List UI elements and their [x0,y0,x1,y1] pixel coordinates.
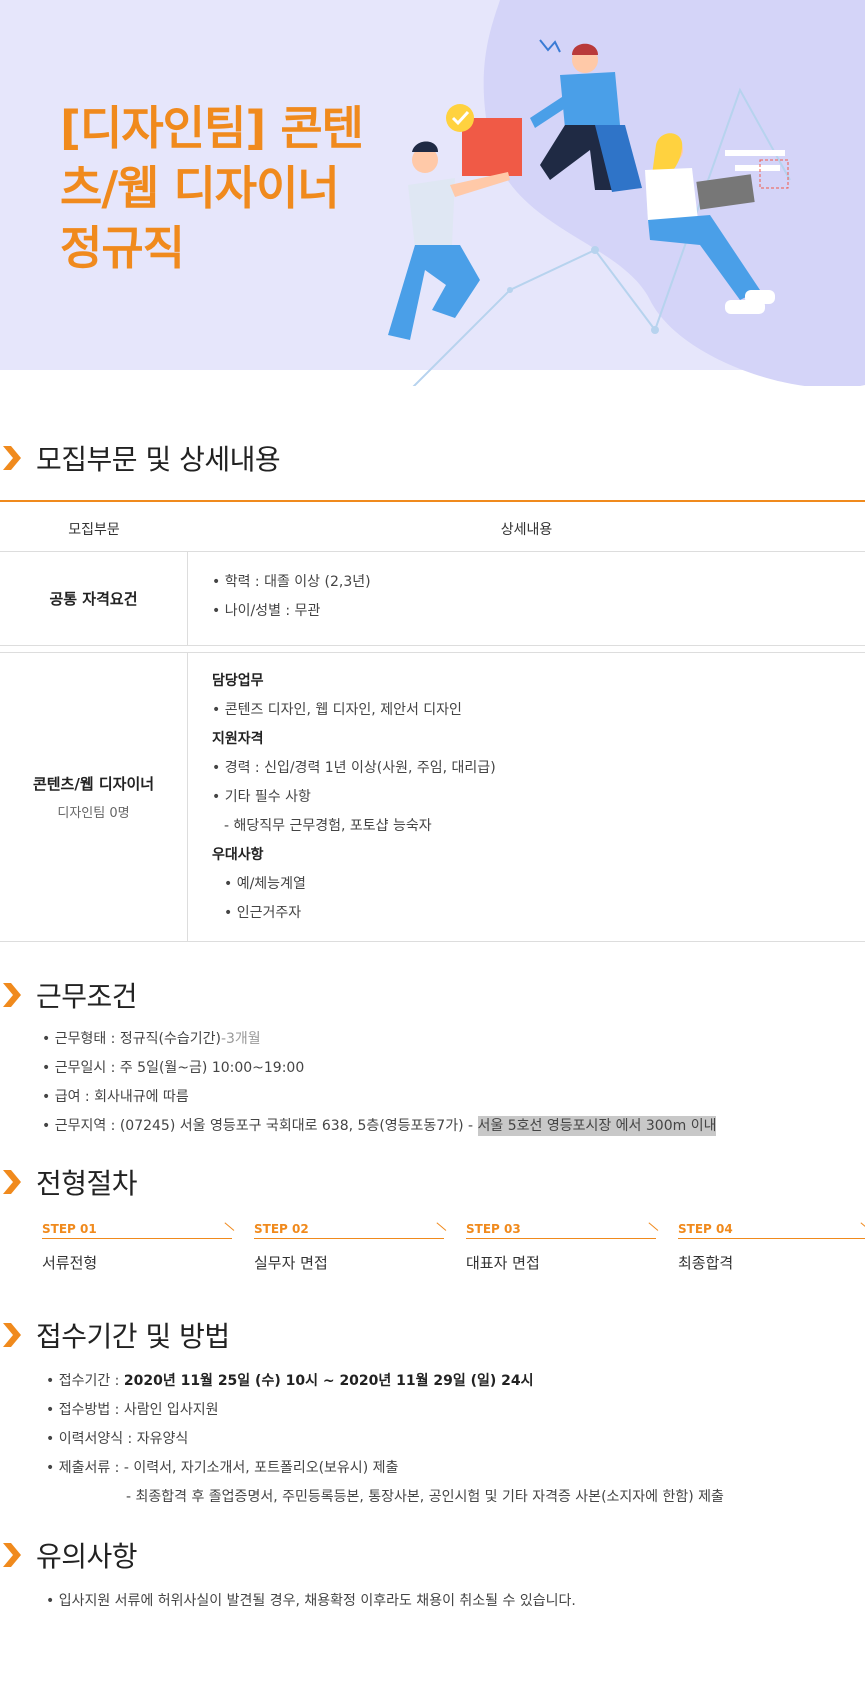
chevron-right-icon [3,1543,21,1567]
condition-type: • 근무형태 : 정규직(수습기간)-3개월 [42,1028,261,1048]
step-line [254,1238,444,1239]
process-step: STEP 01 서류전형 [42,1222,235,1273]
section-title: 근무조건 [36,980,138,1013]
column-header-category: 모집부문 [68,522,120,538]
application-period-label: • 접수기간 : [46,1373,124,1389]
detail-subheading: 담당업무 [212,673,264,689]
application-period-value: 2020년 11월 25일 (수) 10시 ~ 2020년 11월 29일 (일… [123,1373,534,1389]
detail-line: - 해당직무 근무경험, 포토샵 능숙자 [224,818,432,834]
row-label: 공통 자격요건 [49,590,138,608]
process-step: STEP 03 대표자 면접 [466,1222,659,1273]
detail-subheading: 지원자격 [212,731,264,747]
condition-hours: • 근무일시 : 주 5일(월~금) 10:00~19:00 [42,1060,305,1076]
location-address: • 근무지역 : (07245) 서울 영등포구 국회대로 638, 5층(영등… [42,1118,478,1134]
resume-format: • 이력서양식 : 자유양식 [46,1431,189,1447]
column-header-details: 상세내용 [500,522,553,538]
application-method: • 접수방법 : 사람인 입사지원 [46,1402,219,1418]
required-documents: • 제출서류 : - 이력서, 자기소개서, 포트폴리오(보유시) 제출 [46,1460,399,1476]
step-line [42,1238,232,1239]
section-title: 유의사항 [36,1540,138,1573]
detail-line: • 학력 : 대졸 이상 (2,3년) [212,574,371,590]
section-title: 전형절차 [36,1167,138,1200]
row-label-cell: 공통 자격요건 [0,552,188,645]
hero-banner: [디자인팀] 콘텐츠/웹 디자이너 정규직 [0,0,865,386]
detail-line: • 경력 : 신입/경력 1년 이상(사원, 주임, 대리급) [212,760,496,776]
step-line [678,1238,865,1239]
table-row-common: 공통 자격요건 • 학력 : 대졸 이상 (2,3년) • 나이/성별 : 무관 [0,552,865,646]
section-heading-recruit: 모집부문 및 상세내용 [0,438,281,478]
required-documents-final: - 최종합격 후 졸업증명서, 주민등록등본, 통장사본, 공인시험 및 기타 … [126,1489,724,1505]
detail-line: • 예/체능계열 [224,876,306,892]
section-heading-notice: 유의사항 [0,1535,138,1575]
step-name: 최종합격 [678,1254,734,1272]
condition-salary: • 급여 : 회사내규에 따름 [42,1089,189,1105]
step-name: 서류전형 [42,1254,98,1272]
chevron-right-icon [3,1323,21,1347]
page-title: [디자인팀] 콘텐츠/웹 디자이너 정규직 [60,101,364,275]
condition-location: • 근무지역 : (07245) 서울 영등포구 국회대로 638, 5층(영등… [42,1115,717,1136]
application-period: • 접수기간 : 2020년 11월 25일 (수) 10시 ~ 2020년 1… [46,1370,534,1390]
detail-line: • 나이/성별 : 무관 [212,603,321,619]
row-details: • 학력 : 대졸 이상 (2,3년) • 나이/성별 : 무관 [212,568,371,626]
table-row-position: 콘텐츠/웹 디자이너 디자인팀 0명 담당업무 • 콘텐즈 디자인, 웹 디자인… [0,652,865,942]
detail-line: • 기타 필수 사항 [212,789,311,805]
probation-period: -3개월 [220,1031,261,1047]
detail-line: • 인근거주자 [224,905,302,921]
team-illustration [388,0,865,386]
process-steps: STEP 01 서류전형 STEP 02 실무자 면접 STEP 03 대표자 … [42,1222,865,1282]
table-header: 모집부문 상세내용 [0,502,865,552]
step-line [466,1238,656,1239]
row-details: 담당업무 • 콘텐즈 디자인, 웹 디자인, 제안서 디자인 지원자격 • 경력… [212,667,496,928]
chevron-right-icon [3,1170,21,1194]
chevron-right-icon [3,446,21,470]
detail-subheading: 우대사항 [212,847,264,863]
process-step: STEP 04 최종합격 [678,1222,865,1273]
section-heading-application: 접수기간 및 방법 [0,1315,230,1355]
detail-line: • 콘텐즈 디자인, 웹 디자인, 제안서 디자인 [212,702,462,718]
condition-type-label: • 근무형태 : 정규직(수습기간) [42,1031,221,1047]
section-title: 접수기간 및 방법 [36,1320,230,1353]
row-label-cell: 콘텐츠/웹 디자이너 디자인팀 0명 [0,653,188,941]
notice-text: • 입사지원 서류에 허위사실이 발견될 경우, 채용확정 이후라도 채용이 취… [46,1593,576,1609]
process-step: STEP 02 실무자 면접 [254,1222,447,1273]
section-heading-conditions: 근무조건 [0,975,138,1015]
step-name: 대표자 면접 [466,1254,540,1272]
chevron-right-icon [3,983,21,1007]
section-title: 모집부문 및 상세내용 [36,443,281,476]
step-name: 실무자 면접 [254,1254,328,1272]
row-sublabel: 디자인팀 0명 [57,806,130,821]
row-label: 콘텐츠/웹 디자이너 [32,775,155,793]
section-heading-process: 전형절차 [0,1162,138,1202]
location-note: 서울 5호선 영등포시장 에서 300m 이내 [477,1116,717,1136]
